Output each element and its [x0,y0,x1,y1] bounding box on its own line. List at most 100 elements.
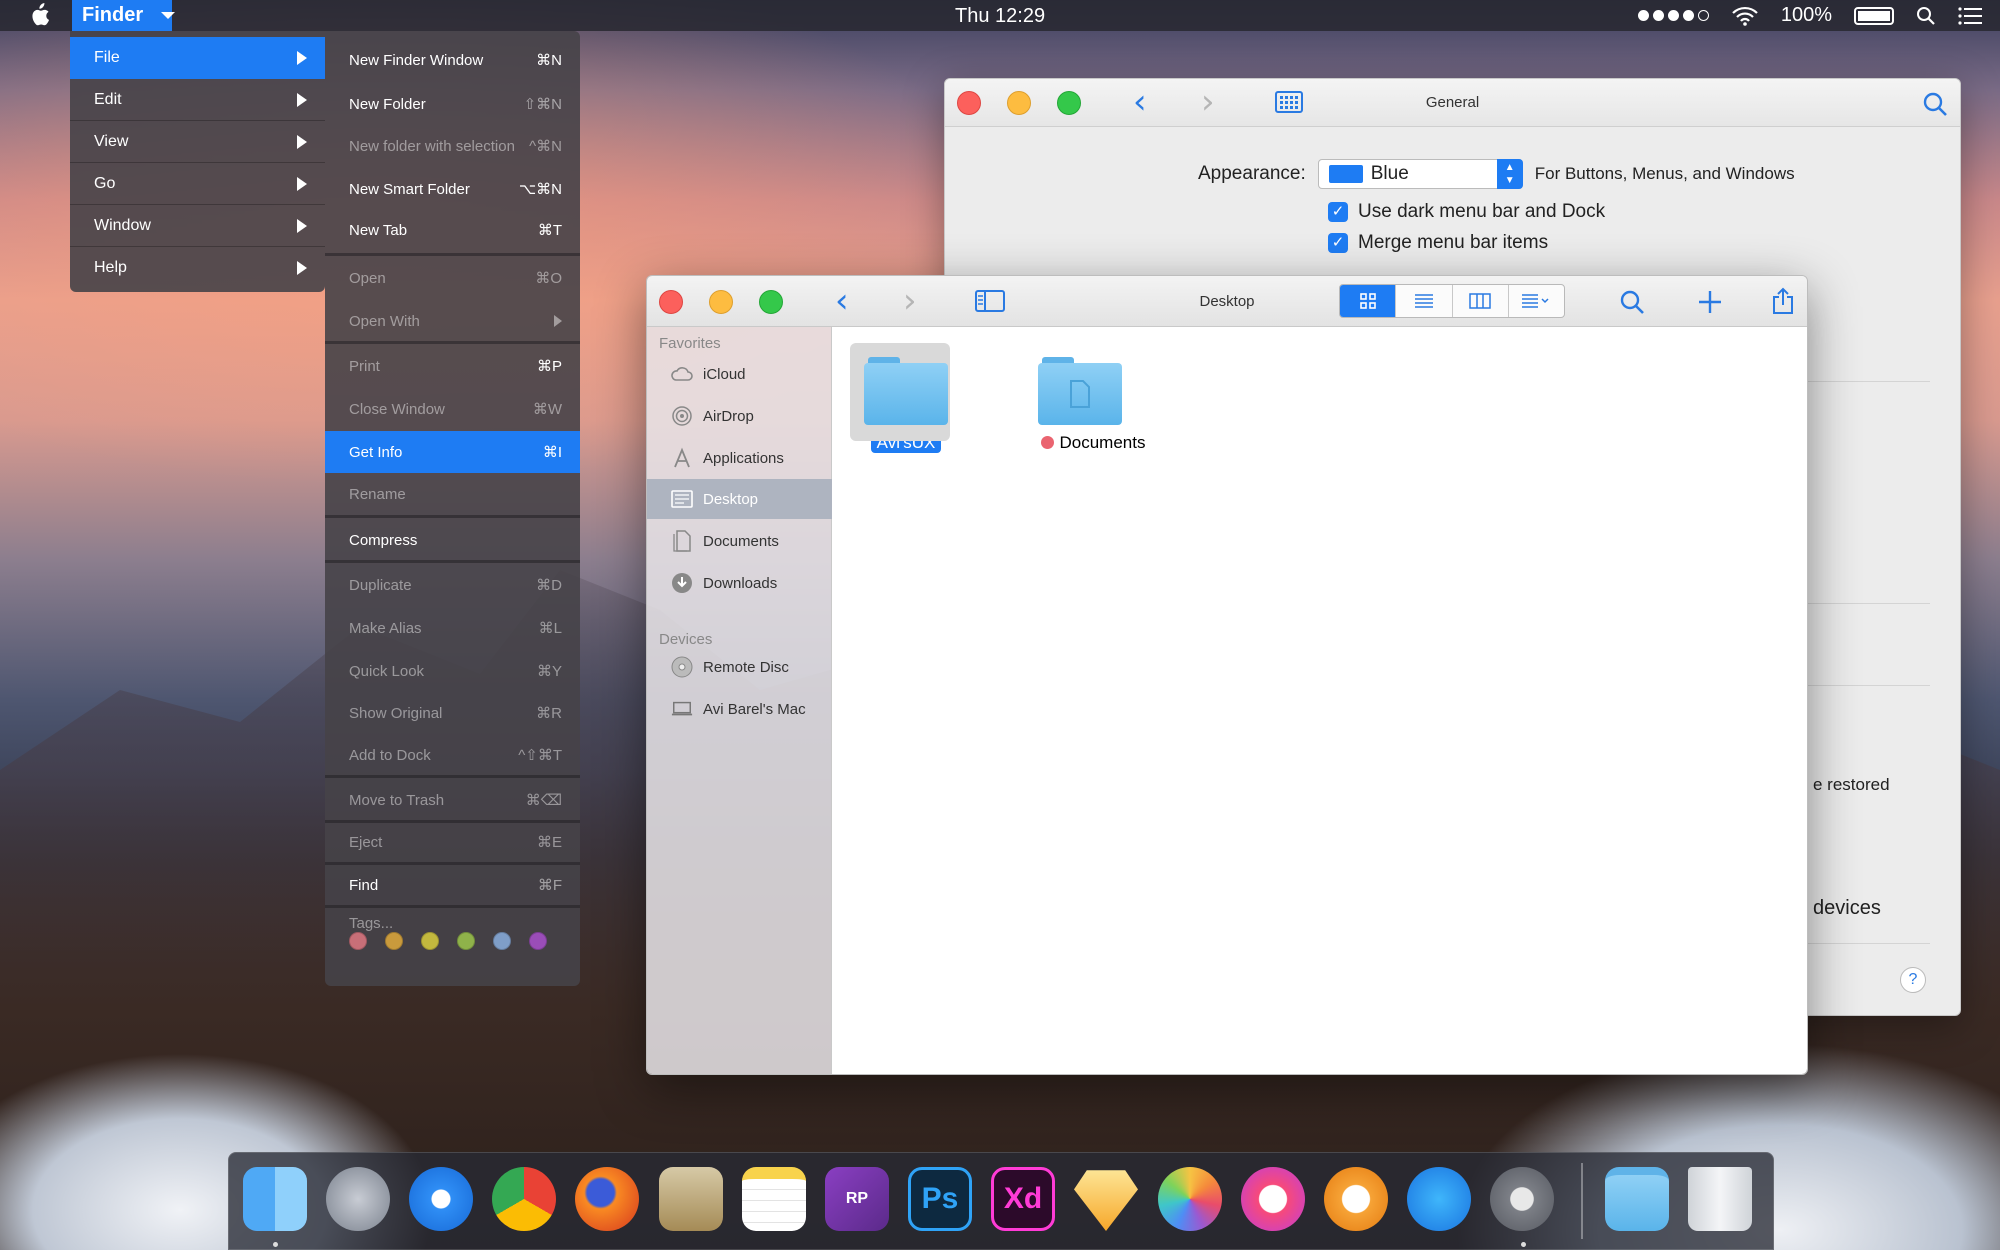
desktop-icon [671,488,693,510]
sidebar-item-label: iCloud [703,365,746,383]
appearance-label: Appearance: [1198,163,1306,184]
share-icon[interactable] [1771,287,1795,315]
menu-item-new-folder[interactable]: New Folder ⇧⌘N [325,84,580,124]
icon-view-button[interactable] [1340,285,1397,317]
finder-app-menu[interactable]: Finder [72,0,176,31]
menu-item-compress[interactable]: Compress [325,520,580,560]
menu-item-close-window[interactable]: Close Window ⌘W [325,389,580,429]
ibooks-icon[interactable] [1324,1167,1388,1231]
menu-separator [325,515,580,518]
appstore-icon[interactable] [1407,1167,1471,1231]
menu-item-new-smart-folder[interactable]: New Smart Folder ⌥⌘N [325,169,580,209]
menu-item-new-folder-with-selection[interactable]: New folder with selection ^⌘N [325,126,580,166]
merge-menu-bar-checkbox[interactable]: ✓ Merge menu bar items [1328,232,1548,254]
menu-item-show-original[interactable]: Show Original ⌘R [325,693,580,733]
menu-item-find[interactable]: Find ⌘F [325,865,580,905]
itunes-icon[interactable] [1241,1167,1305,1231]
column-view-button[interactable] [1453,285,1509,317]
sidebar-item-icloud[interactable]: iCloud [647,354,832,394]
menu-item-duplicate[interactable]: Duplicate ⌘D [325,565,580,605]
list-view-button[interactable] [1396,285,1453,317]
axure-icon[interactable]: RP [825,1167,889,1231]
menu-item-get-info[interactable]: Get Info ⌘I [325,431,580,473]
dark-menu-bar-checkbox[interactable]: ✓ Use dark menu bar and Dock [1328,201,1605,223]
tag-color-dot[interactable] [349,932,367,950]
gallery-view-button[interactable] [1509,285,1564,317]
menu-item-open-with[interactable]: Open With [325,301,580,341]
appearance-select[interactable]: Blue ▲ ▼ [1317,159,1523,189]
menu-separator [325,341,580,344]
menu-item-label: Eject [349,833,383,851]
system-preferences-icon[interactable] [1490,1167,1554,1231]
menu-item-label: Go [94,174,116,192]
firefox-icon[interactable] [575,1167,639,1231]
menu-item-eject[interactable]: Eject ⌘E [325,822,580,862]
menu-item-go[interactable]: Go [70,163,325,205]
add-icon[interactable] [1697,289,1723,315]
help-button[interactable]: ? [1900,967,1926,993]
apple-logo-icon[interactable] [28,3,50,27]
notification-center-icon[interactable] [1958,6,1982,25]
menu-item-move-to-trash[interactable]: Move to Trash ⌘⌫ [325,780,580,820]
launchpad-icon[interactable] [326,1167,390,1231]
sketch-icon[interactable] [1074,1170,1138,1231]
tag-color-dot[interactable] [385,932,403,950]
finder-sidebar: Favorites iCloud AirDrop Applications De… [647,327,832,1074]
menu-item-help[interactable]: Help [70,247,325,289]
tag-color-dot[interactable] [421,932,439,950]
downloads-folder-icon[interactable] [1605,1167,1669,1231]
wifi-icon[interactable] [1731,6,1759,26]
file-item-documents[interactable]: Documents [1018,357,1168,453]
menu-separator [325,560,580,563]
sidebar-item-remote-disc[interactable]: Remote Disc [647,647,832,687]
sidebar-item-downloads[interactable]: Downloads [647,563,832,603]
safari-icon[interactable] [409,1167,473,1231]
menu-item-label: Duplicate [349,576,412,594]
menu-item-window[interactable]: Window [70,205,325,247]
file-label: Documents [1035,433,1152,453]
menu-item-label: Edit [94,90,122,108]
finder-icon[interactable] [243,1167,307,1231]
clock[interactable]: Thu 12:29 [955,5,1045,28]
tag-color-dot[interactable] [529,932,547,950]
search-icon[interactable] [1619,289,1645,315]
chrome-icon[interactable] [492,1167,556,1231]
menu-item-file[interactable]: File [70,37,325,79]
sidebar-item-documents[interactable]: Documents [647,521,832,561]
menu-item-label: Move to Trash [349,791,445,809]
menu-item-shortcut: ⌘E [536,834,562,851]
xd-icon[interactable]: Xd [991,1167,1055,1231]
menu-item-open[interactable]: Open ⌘O [325,258,580,298]
menu-item-label: New Folder [349,95,426,113]
tag-color-dot[interactable] [457,932,475,950]
menu-item-add-to-dock[interactable]: Add to Dock ^⇧⌘T [325,735,580,775]
tag-color-picker [349,932,547,950]
sidebar-item-desktop[interactable]: Desktop [647,479,832,519]
sidebar-item-label: Downloads [703,574,778,592]
menu-item-new-finder-window[interactable]: New Finder Window ⌘N [325,40,580,80]
sidebar-item-mac[interactable]: Avi Barel's Mac [647,689,832,729]
mail-icon[interactable] [659,1167,723,1231]
menu-item-edit[interactable]: Edit [70,79,325,121]
menu-item-view[interactable]: View [70,121,325,163]
sidebar-item-applications[interactable]: Applications [647,438,832,478]
tag-color-dot[interactable] [493,932,511,950]
file-item-folder[interactable]: Avi'sUX [850,343,956,453]
menu-item-quick-look[interactable]: Quick Look ⌘Y [325,651,580,691]
notes-icon[interactable] [742,1167,806,1231]
photos-icon[interactable] [1158,1167,1222,1231]
menu-item-new-tab[interactable]: New Tab ⌘T [325,210,580,250]
sidebar-item-airdrop[interactable]: AirDrop [647,396,832,436]
window-titlebar: ‹ › General [945,79,1960,127]
menu-item-make-alias[interactable]: Make Alias ⌘L [325,608,580,648]
list-view-icon [1414,294,1433,308]
menu-item-rename[interactable]: Rename [325,474,580,514]
search-icon[interactable] [1922,91,1948,117]
view-mode-control [1339,284,1565,318]
signal-strength-icon[interactable] [1637,10,1709,21]
battery-icon[interactable] [1854,6,1894,25]
menu-item-print[interactable]: Print ⌘P [325,346,580,386]
photoshop-icon[interactable]: Ps [908,1167,972,1231]
spotlight-search-icon[interactable] [1916,6,1936,26]
trash-icon[interactable] [1688,1167,1752,1231]
